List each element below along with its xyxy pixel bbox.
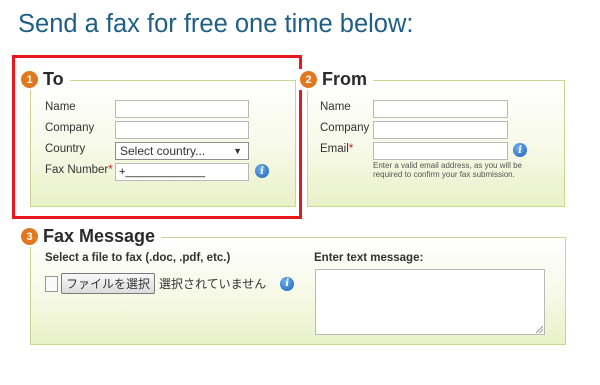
from-email-input[interactable] (373, 142, 508, 160)
fax-message-title: Fax Message (43, 226, 156, 246)
from-company-label: Company (320, 122, 370, 134)
fax-message-legend: 3 Fax Message (19, 226, 162, 247)
info-icon[interactable]: i (280, 276, 295, 291)
from-name-label: Name (320, 101, 351, 113)
page-headline: Send a fax for free one time below: (18, 10, 414, 38)
from-title: From (322, 69, 367, 89)
file-icon (45, 275, 58, 292)
text-message-label: Enter text message: (314, 252, 424, 264)
text-message-textarea[interactable] (315, 269, 545, 335)
required-marker: * (348, 143, 354, 155)
from-name-input[interactable] (373, 100, 508, 118)
from-panel: 2 From Name Company Email * i Enter a val… (298, 69, 565, 207)
from-legend: 2 From (298, 69, 373, 90)
from-email-label: Email (320, 143, 349, 155)
email-hint: Enter a valid email address, as you will… (373, 161, 522, 179)
step-2-badge: 2 (300, 71, 317, 88)
resize-grip-icon[interactable] (536, 326, 543, 333)
from-company-input[interactable] (373, 121, 508, 139)
file-select-label: Select a file to fax (.doc, .pdf, etc.) (45, 252, 231, 264)
highlight-box (12, 55, 302, 219)
fax-message-panel: 3 Fax Message Select a file to fax (.doc… (19, 226, 566, 345)
choose-file-button[interactable]: ファイルを選択 (61, 273, 156, 294)
file-status-text: 選択されていません (159, 277, 267, 291)
info-icon[interactable]: i (513, 143, 527, 157)
step-3-badge: 3 (21, 228, 38, 245)
